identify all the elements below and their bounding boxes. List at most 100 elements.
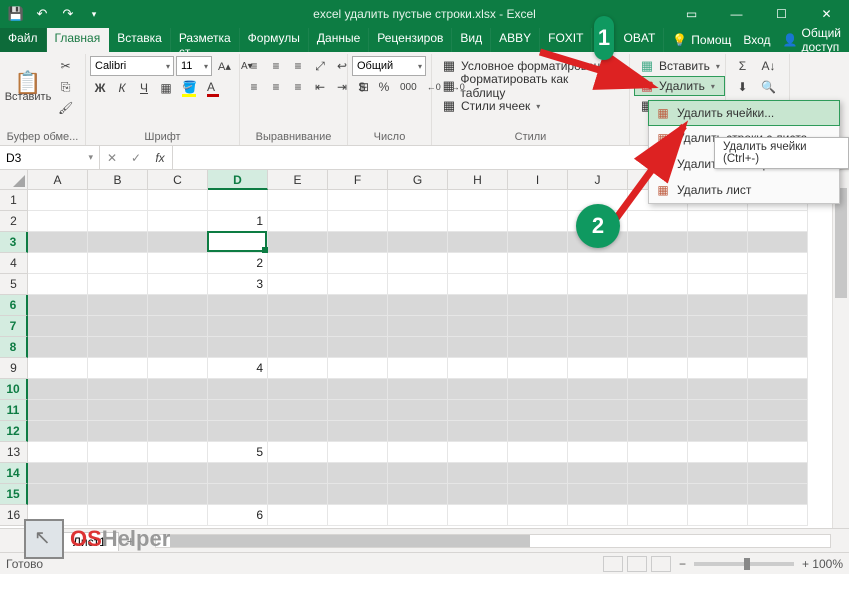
cell-I5[interactable] — [508, 274, 568, 295]
cell-H13[interactable] — [448, 442, 508, 463]
row-header-2[interactable]: 2 — [0, 211, 28, 232]
cell-E8[interactable] — [268, 337, 328, 358]
fill-icon[interactable]: ⬇ — [730, 77, 755, 97]
cell-G4[interactable] — [388, 253, 448, 274]
cell-D3[interactable] — [208, 232, 268, 253]
cell-A10[interactable] — [28, 379, 88, 400]
row-header-6[interactable]: 6 — [0, 295, 28, 316]
cell-K10[interactable] — [628, 379, 688, 400]
cell-I1[interactable] — [508, 190, 568, 211]
cell-G13[interactable] — [388, 442, 448, 463]
tab-view[interactable]: Вид — [452, 28, 491, 52]
cells-area[interactable]: 123456 — [28, 190, 832, 528]
cell-B8[interactable] — [88, 337, 148, 358]
cell-K7[interactable] — [628, 316, 688, 337]
cell-D13[interactable]: 5 — [208, 442, 268, 463]
font-size-select[interactable]: 11 — [176, 56, 212, 76]
cell-H9[interactable] — [448, 358, 508, 379]
cell-D10[interactable] — [208, 379, 268, 400]
cell-J14[interactable] — [568, 463, 628, 484]
cell-K12[interactable] — [628, 421, 688, 442]
cell-H15[interactable] — [448, 484, 508, 505]
cell-M4[interactable] — [748, 253, 808, 274]
percent-icon[interactable]: % — [374, 77, 394, 97]
cell-J8[interactable] — [568, 337, 628, 358]
cell-B4[interactable] — [88, 253, 148, 274]
row-header-11[interactable]: 11 — [0, 400, 28, 421]
col-header-H[interactable]: H — [448, 170, 508, 190]
cell-D6[interactable] — [208, 295, 268, 316]
font-color-icon[interactable]: A — [203, 78, 223, 98]
cell-F2[interactable] — [328, 211, 388, 232]
cell-J10[interactable] — [568, 379, 628, 400]
cell-E13[interactable] — [268, 442, 328, 463]
cell-A4[interactable] — [28, 253, 88, 274]
cell-K13[interactable] — [628, 442, 688, 463]
cell-L8[interactable] — [688, 337, 748, 358]
cell-A7[interactable] — [28, 316, 88, 337]
cell-M6[interactable] — [748, 295, 808, 316]
orientation-icon[interactable]: ⤢ — [310, 56, 330, 76]
col-header-G[interactable]: G — [388, 170, 448, 190]
cell-C10[interactable] — [148, 379, 208, 400]
col-header-E[interactable]: E — [268, 170, 328, 190]
row-header-14[interactable]: 14 — [0, 463, 28, 484]
scroll-thumb[interactable] — [835, 188, 847, 298]
cell-M12[interactable] — [748, 421, 808, 442]
cell-A6[interactable] — [28, 295, 88, 316]
cell-K4[interactable] — [628, 253, 688, 274]
row-header-4[interactable]: 4 — [0, 253, 28, 274]
cell-F13[interactable] — [328, 442, 388, 463]
cell-A8[interactable] — [28, 337, 88, 358]
cell-I10[interactable] — [508, 379, 568, 400]
col-header-B[interactable]: B — [88, 170, 148, 190]
cell-F7[interactable] — [328, 316, 388, 337]
cell-E14[interactable] — [268, 463, 328, 484]
cell-G12[interactable] — [388, 421, 448, 442]
cell-C1[interactable] — [148, 190, 208, 211]
tab-file[interactable]: Файл — [0, 28, 47, 52]
cell-C15[interactable] — [148, 484, 208, 505]
cell-A13[interactable] — [28, 442, 88, 463]
cell-F8[interactable] — [328, 337, 388, 358]
cell-E9[interactable] — [268, 358, 328, 379]
cell-L10[interactable] — [688, 379, 748, 400]
enter-icon[interactable]: ✓ — [124, 151, 148, 165]
row-header-12[interactable]: 12 — [0, 421, 28, 442]
align-top-icon[interactable]: ≡ — [244, 56, 264, 76]
cell-K11[interactable] — [628, 400, 688, 421]
cell-A3[interactable] — [28, 232, 88, 253]
cell-M3[interactable] — [748, 232, 808, 253]
cell-J7[interactable] — [568, 316, 628, 337]
cell-B1[interactable] — [88, 190, 148, 211]
cell-C6[interactable] — [148, 295, 208, 316]
tab-home[interactable]: Главная — [47, 28, 110, 52]
col-header-F[interactable]: F — [328, 170, 388, 190]
cell-E2[interactable] — [268, 211, 328, 232]
cell-E3[interactable] — [268, 232, 328, 253]
row-header-8[interactable]: 8 — [0, 337, 28, 358]
cell-I8[interactable] — [508, 337, 568, 358]
cell-D8[interactable] — [208, 337, 268, 358]
cell-H16[interactable] — [448, 505, 508, 526]
cell-I13[interactable] — [508, 442, 568, 463]
cell-D4[interactable]: 2 — [208, 253, 268, 274]
maximize-icon[interactable]: ☐ — [759, 0, 804, 28]
cell-I9[interactable] — [508, 358, 568, 379]
cell-G8[interactable] — [388, 337, 448, 358]
cell-C12[interactable] — [148, 421, 208, 442]
cell-L9[interactable] — [688, 358, 748, 379]
cell-H1[interactable] — [448, 190, 508, 211]
cell-J5[interactable] — [568, 274, 628, 295]
cell-J4[interactable] — [568, 253, 628, 274]
col-header-I[interactable]: I — [508, 170, 568, 190]
cell-G9[interactable] — [388, 358, 448, 379]
cell-F5[interactable] — [328, 274, 388, 295]
row-header-3[interactable]: 3 — [0, 232, 28, 253]
comma-icon[interactable]: 000 — [396, 77, 421, 97]
cell-J6[interactable] — [568, 295, 628, 316]
cell-K3[interactable] — [628, 232, 688, 253]
border-icon[interactable]: ▦ — [156, 78, 176, 98]
cell-D2[interactable]: 1 — [208, 211, 268, 232]
cell-G2[interactable] — [388, 211, 448, 232]
